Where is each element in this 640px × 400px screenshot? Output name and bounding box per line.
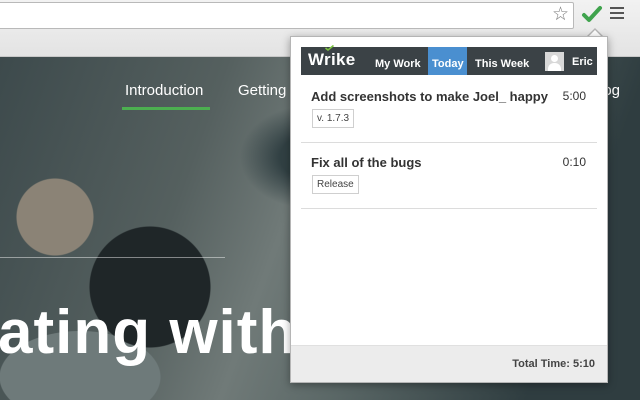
task-time: 5:00 xyxy=(562,89,586,103)
hero-heading: ating with xyxy=(0,298,298,367)
divider xyxy=(0,257,225,258)
hamburger-menu-icon[interactable] xyxy=(610,7,624,22)
wrike-checkmark-icon[interactable] xyxy=(581,4,603,24)
nav-active-underline xyxy=(122,107,210,110)
nav-introduction[interactable]: Introduction xyxy=(125,82,203,99)
task-row[interactable]: Fix all of the bugs 0:10 Release xyxy=(301,143,597,209)
star-icon[interactable]: ☆ xyxy=(552,5,569,25)
user-name[interactable]: Eric xyxy=(572,56,593,68)
wrike-logo[interactable]: Wrike xyxy=(308,50,356,70)
wrike-popup: Wrike My Work Today This Week Eric Add s… xyxy=(290,36,608,383)
logo-check-icon xyxy=(325,45,334,51)
popup-header: Wrike My Work Today This Week Eric xyxy=(301,45,597,75)
tab-my-work[interactable]: My Work xyxy=(371,47,425,75)
user-avatar-icon[interactable] xyxy=(545,52,564,71)
task-tag[interactable]: Release xyxy=(312,175,359,194)
task-title[interactable]: Add screenshots to make Joel_ happy xyxy=(311,89,548,104)
total-time: Total Time: 5:10 xyxy=(512,358,595,370)
task-title[interactable]: Fix all of the bugs xyxy=(311,155,422,170)
address-bar[interactable]: ☆ xyxy=(0,2,574,29)
tab-this-week[interactable]: This Week xyxy=(471,47,533,75)
task-row[interactable]: Add screenshots to make Joel_ happy 5:00… xyxy=(301,77,597,143)
task-tag[interactable]: v. 1.7.3 xyxy=(312,109,355,128)
popup-footer: Total Time: 5:10 xyxy=(291,345,607,382)
task-time: 0:10 xyxy=(562,155,586,169)
tab-today[interactable]: Today xyxy=(428,47,467,75)
